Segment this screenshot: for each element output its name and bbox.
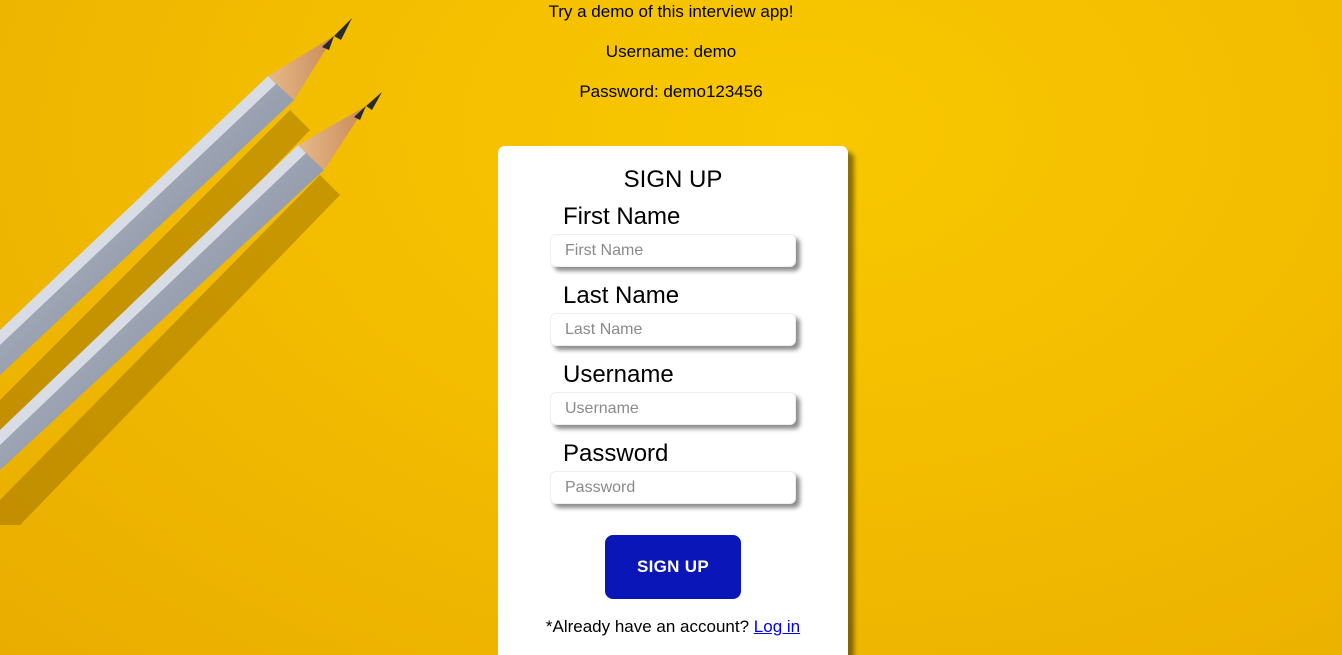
demo-title: Try a demo of this interview app! bbox=[548, 2, 794, 21]
username-input[interactable] bbox=[550, 392, 796, 425]
first-name-input[interactable] bbox=[550, 234, 796, 267]
login-prompt-text: *Already have an account? bbox=[545, 617, 750, 636]
signup-card: SIGN UP First Name Last Name Username Pa… bbox=[498, 146, 848, 655]
last-name-input[interactable] bbox=[550, 313, 796, 346]
username-label: Username bbox=[563, 361, 674, 388]
password-label: Password bbox=[563, 440, 669, 467]
last-name-label: Last Name bbox=[563, 282, 680, 309]
demo-username-line: Username: demo bbox=[605, 42, 737, 61]
signup-title: SIGN UP bbox=[623, 166, 723, 193]
first-name-label: First Name bbox=[563, 203, 681, 230]
login-prompt: *Already have an account? Log in bbox=[498, 617, 848, 637]
signup-button[interactable]: SIGN UP bbox=[605, 535, 741, 599]
password-input[interactable] bbox=[550, 471, 796, 504]
demo-password-line: Password: demo123456 bbox=[579, 82, 763, 101]
login-link[interactable]: Log in bbox=[754, 617, 800, 636]
